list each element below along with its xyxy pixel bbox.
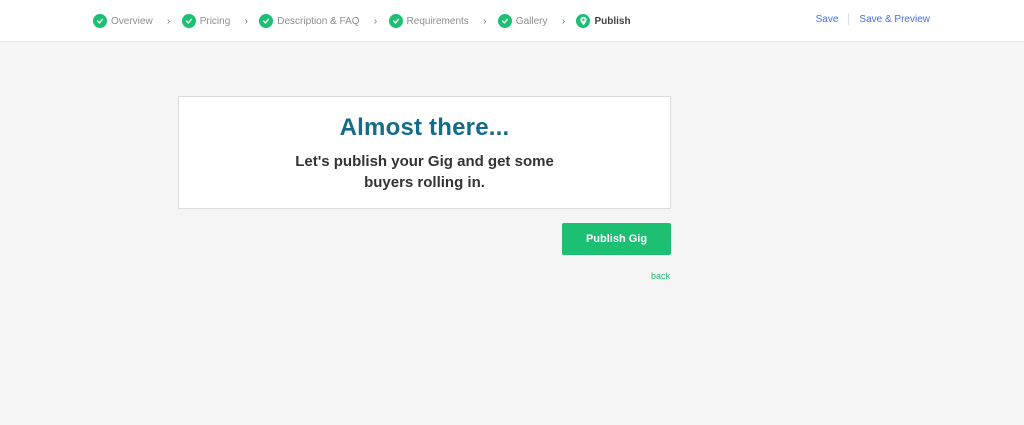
chevron-right-icon: › xyxy=(244,15,248,27)
check-icon xyxy=(93,14,107,28)
map-pin-icon xyxy=(576,14,591,28)
chevron-right-icon: › xyxy=(561,15,566,27)
card-subtitle: Let's publish your Gig and get some buye… xyxy=(295,153,554,191)
publish-gig-button[interactable]: Publish Gig xyxy=(562,223,671,255)
check-icon xyxy=(388,14,403,28)
step-label: Pricing xyxy=(199,15,231,27)
save-preview-link[interactable]: Save & Preview xyxy=(859,14,930,25)
card-title: Almost there... xyxy=(339,114,510,141)
step-label: Gallery xyxy=(515,15,548,27)
step-label: Overview xyxy=(111,15,153,27)
chevron-right-icon: › xyxy=(167,15,171,27)
step-description-faq[interactable]: Description & FAQ xyxy=(259,14,360,28)
step-progress: Overview › Pricing › Description & FAQ ›… xyxy=(93,12,631,30)
step-overview[interactable]: Overview xyxy=(93,14,153,28)
check-icon xyxy=(259,14,274,28)
step-pricing[interactable]: Pricing xyxy=(181,14,231,28)
step-publish[interactable]: Publish xyxy=(576,14,631,28)
step-label: Publish xyxy=(594,15,631,27)
check-icon xyxy=(181,14,196,28)
step-gallery[interactable]: Gallery xyxy=(497,14,548,28)
top-actions: Save Save & Preview xyxy=(816,13,930,25)
step-label: Description & FAQ xyxy=(277,15,360,27)
step-requirements[interactable]: Requirements xyxy=(388,14,469,28)
top-bar: Overview › Pricing › Description & FAQ ›… xyxy=(0,0,1024,42)
divider xyxy=(848,13,850,25)
chevron-right-icon: › xyxy=(483,15,487,27)
back-link[interactable]: back xyxy=(651,271,670,281)
save-link[interactable]: Save xyxy=(816,14,839,25)
chevron-right-icon: › xyxy=(373,15,378,27)
publish-card: Almost there... Let's publish your Gig a… xyxy=(178,96,671,209)
step-label: Requirements xyxy=(406,15,469,27)
check-icon xyxy=(497,14,512,28)
